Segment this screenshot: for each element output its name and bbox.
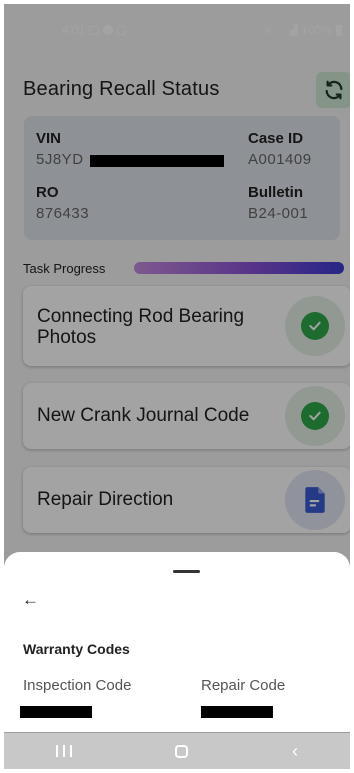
system-back-button[interactable]: ‹ [292,742,298,760]
inspection-code-redaction [20,706,92,718]
repair-code-label: Repair Code [201,677,286,694]
bottom-sheet: ← Warranty Codes Inspection Code Repair … [4,552,350,732]
repair-code-redaction [201,706,273,718]
system-nav-bar: ‹ [4,733,350,769]
arrow-left-icon: ← [22,590,39,609]
recent-apps-button[interactable] [55,745,72,757]
sheet-drag-handle[interactable] [173,570,200,573]
back-button[interactable]: ← [22,590,39,610]
warranty-codes-heading: Warranty Codes [23,641,130,657]
app-screen: 4:01 ✕ ◠ ▟ 100% Bearing Recall Status VI… [4,4,350,769]
home-button[interactable] [175,744,189,758]
inspection-code-label: Inspection Code [23,677,132,694]
